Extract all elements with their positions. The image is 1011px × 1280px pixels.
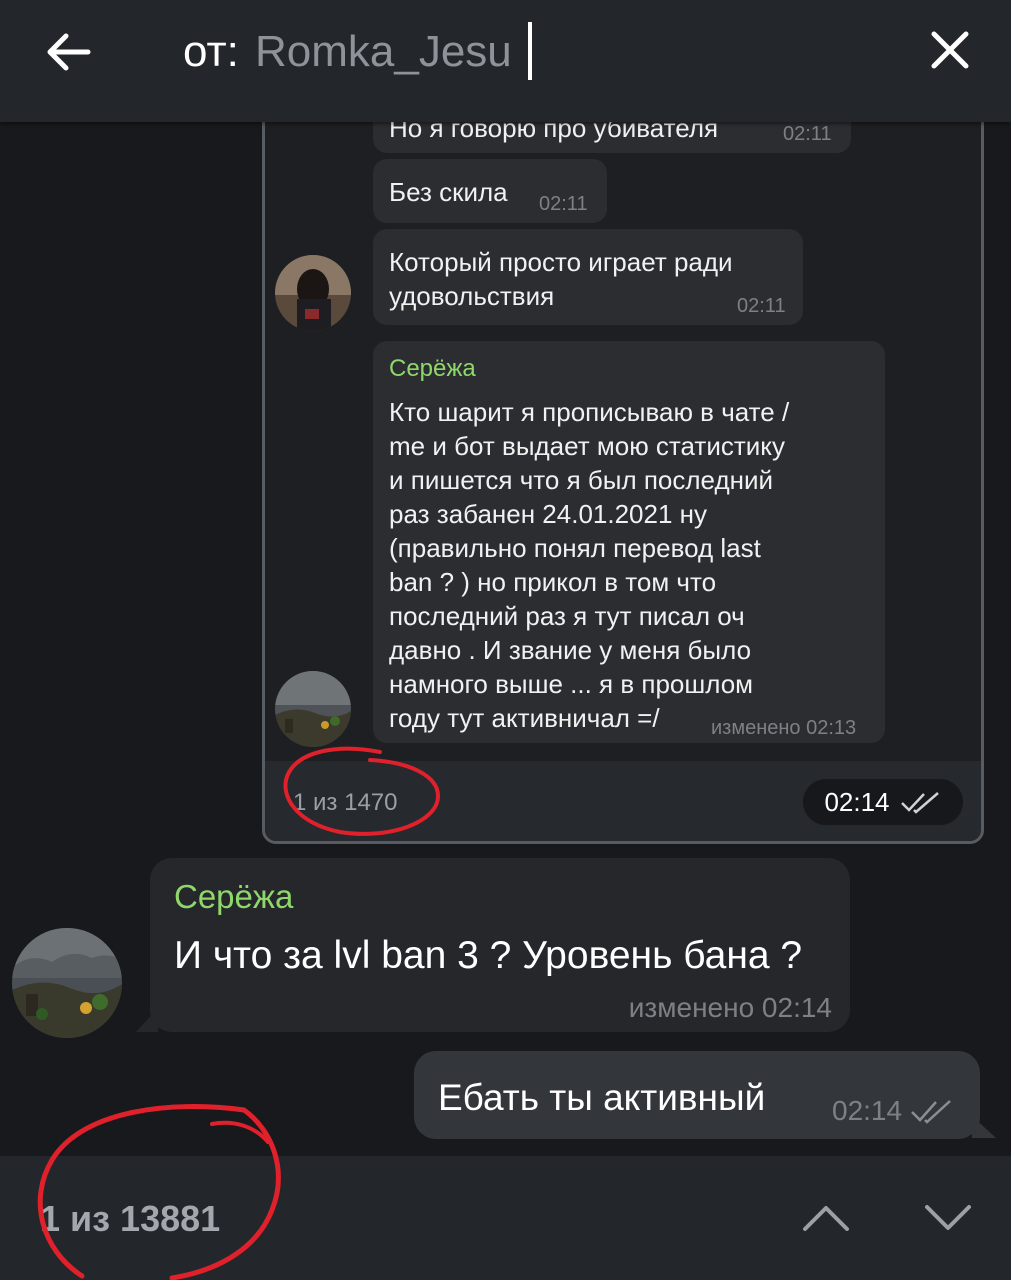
- preview-message-time: 02:11: [783, 123, 832, 145]
- preview-message-time: 02:11: [539, 193, 588, 215]
- preview-message-text: Без скила: [389, 177, 508, 207]
- search-result-counter: 1 из 13881: [40, 1198, 221, 1239]
- search-filter-prefix: от:: [183, 27, 239, 76]
- chevron-down-icon: [925, 1205, 971, 1230]
- avatar: [275, 671, 351, 747]
- chevron-up-icon: [803, 1206, 849, 1231]
- text-caret: [528, 22, 532, 80]
- preview-message-line: me и бот выдает мою статистику: [389, 431, 785, 461]
- incoming-message[interactable]: Серёжа И что за lvl ban 3 ? Уровень бана…: [150, 858, 850, 1032]
- forwarded-screenshot-preview[interactable]: Но я говорю про убивателя 02:11 Без скил…: [262, 96, 984, 844]
- preview-message-line: Который просто играет ради: [389, 247, 733, 277]
- preview-message-line: намного выше ... я в прошлом: [389, 669, 754, 699]
- search-input[interactable]: [255, 24, 535, 80]
- preview-message-line: Кто шарит я прописываю в чате /: [389, 397, 790, 427]
- preview-message: Без скила 02:11: [373, 159, 607, 223]
- avatar: [275, 255, 351, 331]
- message-meta: 02:14: [832, 1095, 954, 1127]
- preview-result-counter: 1 из 1470: [293, 789, 398, 816]
- search-navigation-bar: 1 из 13881: [0, 1156, 1011, 1280]
- avatar[interactable]: [12, 928, 122, 1038]
- message-time: 02:14: [832, 1095, 903, 1126]
- close-button[interactable]: [922, 22, 978, 78]
- outgoing-message[interactable]: Ебать ты активный 02:14: [414, 1051, 980, 1139]
- arrow-left-icon: [47, 33, 91, 71]
- back-button[interactable]: [38, 25, 98, 79]
- message-meta: изменено 02:14: [628, 992, 832, 1023]
- preview-message-line: и пишется что я был последний: [389, 465, 774, 495]
- message-text: И что за lvl ban 3 ? Уровень бана ?: [174, 934, 803, 977]
- preview-message-line: последний раз я тут писал оч: [389, 601, 745, 631]
- double-check-icon: [900, 792, 939, 814]
- preview-time-pill: 02:14: [803, 779, 963, 825]
- preview-message: Серёжа Кто шарит я прописываю в чате / m…: [373, 341, 885, 743]
- next-result-button[interactable]: [918, 1192, 978, 1244]
- preview-message-line: раз забанен 24.01.2021 ну: [389, 499, 708, 529]
- preview-time: 02:14: [824, 786, 890, 817]
- previous-result-button[interactable]: [796, 1192, 856, 1244]
- preview-message-line: ban ? ) но прикол в том что: [389, 567, 717, 597]
- preview-message-line: году тут активничал =/: [389, 703, 660, 733]
- search-toolbar: от:: [0, 0, 1011, 122]
- preview-message-line: удовольствия: [389, 281, 555, 311]
- preview-message-line: давно . И звание у меня было: [389, 635, 752, 665]
- preview-message-meta: изменено 02:13: [711, 717, 857, 739]
- message-text: Ебать ты активный: [438, 1077, 766, 1118]
- preview-message: Который просто играет ради удовольствия …: [373, 229, 803, 325]
- preview-message-time: 02:11: [737, 295, 786, 317]
- preview-message-line: (правильно понял перевод last: [389, 533, 761, 563]
- double-check-icon: [911, 1100, 951, 1124]
- close-icon: [931, 31, 969, 69]
- preview-message-sender: Серёжа: [389, 355, 476, 382]
- message-sender[interactable]: Серёжа: [174, 878, 293, 916]
